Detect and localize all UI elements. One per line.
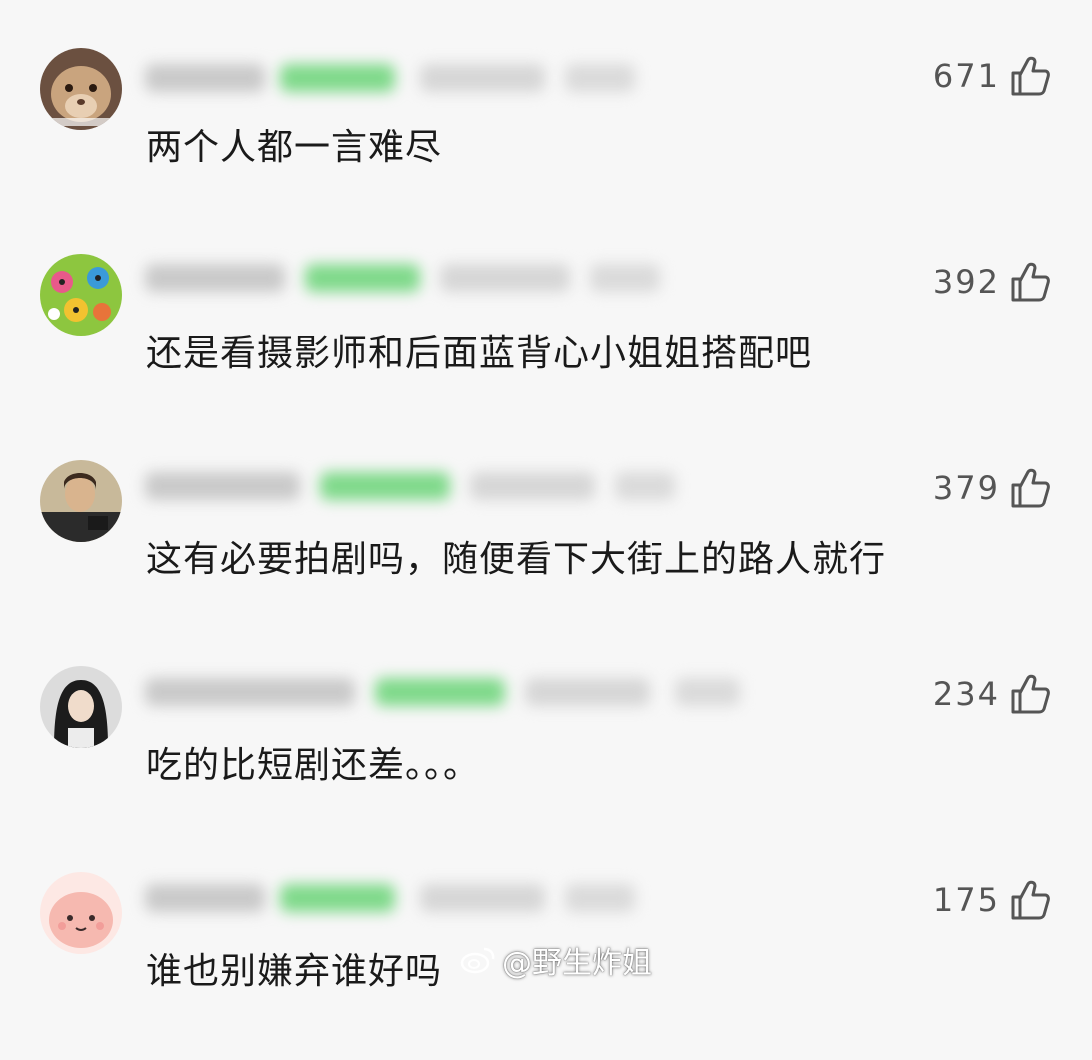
- comment-text: 还是看摄影师和后面蓝背心小姐姐搭配吧: [146, 333, 813, 374]
- like-count: 234: [932, 675, 1000, 713]
- like-count: 175: [932, 881, 1000, 919]
- watermark: @野生炸姐: [460, 938, 652, 982]
- avatar[interactable]: [40, 872, 122, 954]
- like-button[interactable]: 392: [933, 258, 1052, 306]
- comment-text: 谁也别嫌弃谁好吗: [146, 951, 443, 992]
- avatar[interactable]: [40, 460, 122, 542]
- thumbs-up-icon: [1011, 880, 1050, 920]
- comment-text: 吃的比短剧还差。。。: [146, 745, 481, 786]
- avatar[interactable]: [40, 48, 122, 130]
- blurred-user-meta: [135, 56, 655, 100]
- comment-item: 671 两个人都一言难尽: [0, 30, 1092, 236]
- like-button[interactable]: 379: [933, 464, 1052, 512]
- avatar[interactable]: [40, 254, 122, 336]
- blurred-user-meta: [135, 876, 655, 920]
- blurred-user-meta: [135, 464, 695, 508]
- like-button[interactable]: 671: [933, 52, 1052, 100]
- thumbs-up-icon: [1011, 56, 1050, 96]
- thumbs-up-icon: [1011, 262, 1050, 302]
- thumbs-up-icon: [1011, 468, 1050, 508]
- watermark-handle: @野生炸姐: [502, 946, 652, 981]
- like-count: 671: [932, 57, 1000, 95]
- like-count: 379: [932, 469, 1000, 507]
- like-button[interactable]: 175: [933, 876, 1052, 924]
- comment-text: 这有必要拍剧吗，随便看下大街上的路人就行: [146, 539, 887, 580]
- comment-text: 两个人都一言难尽: [146, 127, 443, 168]
- like-count: 392: [932, 263, 1000, 301]
- blurred-user-meta: [135, 256, 675, 300]
- avatar[interactable]: [40, 666, 122, 748]
- comment-item: 379 这有必要拍剧吗，随便看下大街上的路人就行: [0, 442, 1092, 648]
- weibo-icon: [460, 947, 495, 974]
- like-button[interactable]: 234: [933, 670, 1052, 718]
- thumbs-up-icon: [1011, 674, 1050, 714]
- comment-item: 234 吃的比短剧还差。。。: [0, 648, 1092, 854]
- comment-item: 392 还是看摄影师和后面蓝背心小姐姐搭配吧: [0, 236, 1092, 442]
- blurred-user-meta: [135, 670, 755, 714]
